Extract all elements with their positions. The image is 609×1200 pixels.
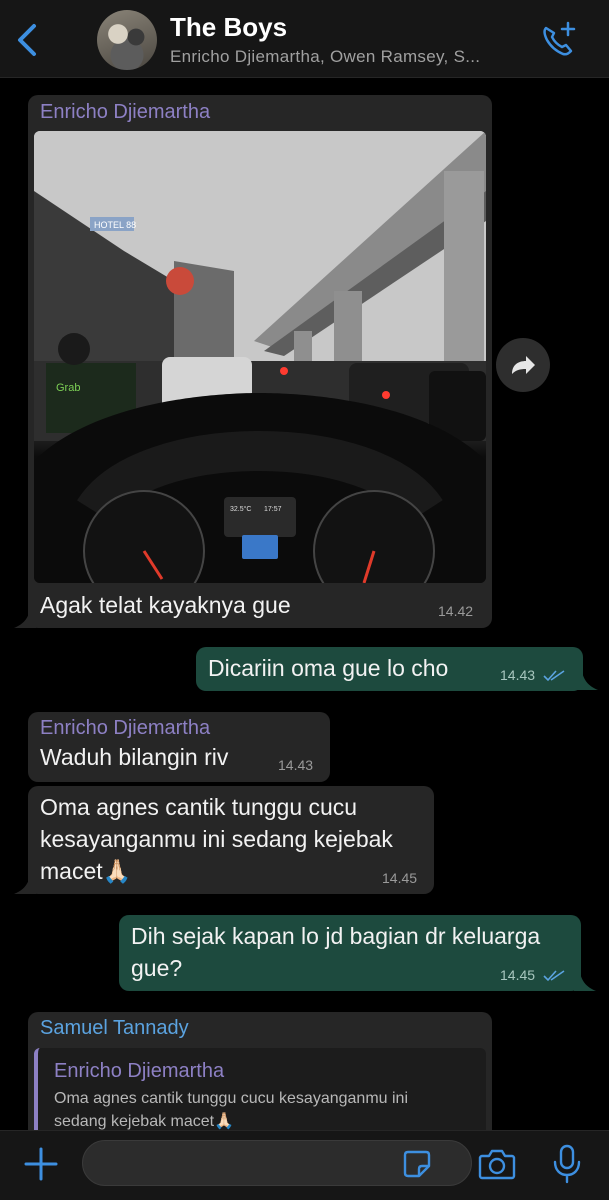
composer-bar: [0, 1130, 609, 1200]
mic-icon[interactable]: [552, 1144, 582, 1184]
message-time: 14.45: [382, 870, 418, 886]
message-text: Agak telat kayaknya gue: [40, 592, 291, 618]
camera-icon[interactable]: [478, 1147, 516, 1181]
message-time: 14.42: [438, 603, 474, 619]
message-bubble-outgoing[interactable]: Dicariin oma gue lo cho 14.43: [196, 647, 583, 691]
message-photo[interactable]: HOTEL 88 Grab 32.5°C 17:57: [34, 131, 486, 583]
message-text-line: kesayanganmu ini sedang kejebak: [40, 826, 393, 852]
quoted-text-line: Oma agnes cantik tunggu cucu kesayanganm…: [54, 1090, 408, 1107]
quoted-message[interactable]: Enricho Djiemartha Oma agnes cantik tung…: [34, 1048, 486, 1130]
message-bubble-outgoing[interactable]: Dih sejak kapan lo jd bagian dr keluarga…: [119, 915, 581, 991]
sender-name: Enricho Djiemartha: [40, 717, 211, 739]
traffic-photo-illustration: HOTEL 88 Grab 32.5°C 17:57: [34, 131, 486, 583]
message-text: Dicariin oma gue lo cho: [208, 655, 449, 681]
sender-name: Enricho Djiemartha: [40, 101, 211, 123]
dash-clock: 17:57: [264, 506, 282, 513]
chat-title[interactable]: The Boys: [170, 12, 287, 43]
message-bubble-reply[interactable]: Samuel Tannady Enricho Djiemartha Oma ag…: [28, 1012, 492, 1130]
message-bubble-image[interactable]: Enricho Djiemartha HOTEL 88 Grab 32.5°C …: [28, 95, 492, 628]
hotel-sign-text: HOTEL 88: [94, 220, 136, 230]
phone-add-icon[interactable]: [538, 20, 578, 60]
chevron-left-icon[interactable]: [12, 20, 42, 60]
message-text-line: macet🙏🏻: [40, 858, 132, 884]
message-text-line: gue?: [131, 955, 183, 981]
chat-participants[interactable]: Enricho Djiemartha, Owen Ramsey, S...: [170, 47, 480, 67]
message-time: 14.45: [500, 967, 536, 983]
message-time: 14.43: [500, 667, 536, 683]
message-bubble-incoming[interactable]: Enricho Djiemartha Waduh bilangin riv 14…: [28, 712, 330, 782]
quoted-sender-name: Enricho Djiemartha: [54, 1060, 225, 1082]
sender-name: Samuel Tannady: [40, 1017, 189, 1039]
bubble-tail: [14, 876, 36, 894]
bubble-tail: [576, 672, 598, 690]
message-time-row: 14.45: [500, 967, 565, 983]
sticker-icon[interactable]: [402, 1149, 432, 1179]
bubble-tail: [574, 973, 596, 991]
plus-icon[interactable]: [22, 1145, 60, 1183]
double-check-icon: [543, 670, 565, 682]
chat-header: The Boys Enricho Djiemartha, Owen Ramsey…: [0, 0, 609, 78]
message-text-line: Dih sejak kapan lo jd bagian dr keluarga: [131, 923, 541, 949]
message-bubble-incoming[interactable]: Oma agnes cantik tunggu cucu kesayanganm…: [28, 786, 434, 894]
message-text: Waduh bilangin riv: [40, 744, 229, 770]
group-avatar[interactable]: [97, 10, 157, 70]
forward-button[interactable]: [496, 338, 550, 392]
quoted-text-line: sedang kejebak macet🙏🏻: [54, 1113, 235, 1130]
message-list[interactable]: Enricho Djiemartha HOTEL 88 Grab 32.5°C …: [0, 78, 609, 1130]
message-time: 14.43: [278, 757, 314, 773]
message-time-row: 14.43: [500, 667, 565, 683]
forward-icon: [512, 356, 535, 374]
dash-temperature: 32.5°C: [230, 505, 251, 513]
bubble-tail: [14, 610, 36, 628]
grab-logo-text: Grab: [56, 382, 80, 394]
double-check-icon: [543, 970, 565, 982]
message-text-line: Oma agnes cantik tunggu cucu: [40, 794, 358, 820]
